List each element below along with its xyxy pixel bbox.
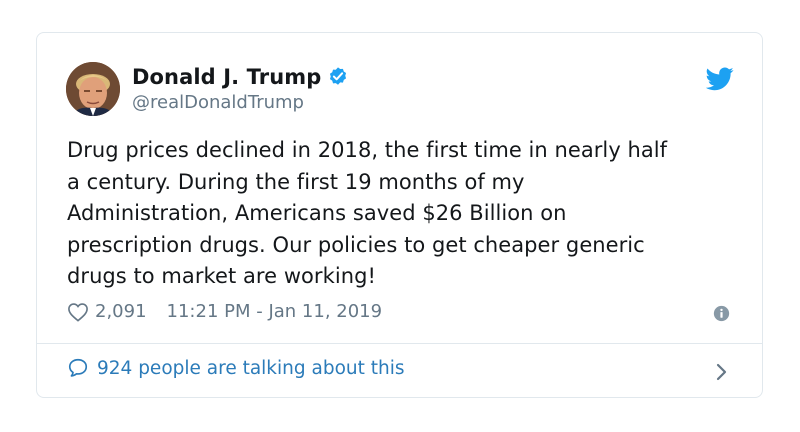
author-name-row: Donald J. Trump [132,65,349,89]
speech-bubble-icon [68,358,88,377]
heart-icon[interactable] [67,302,89,322]
author-display-name[interactable]: Donald J. Trump [132,65,321,89]
divider [37,343,762,344]
avatar[interactable] [66,62,120,116]
like-count[interactable]: 2,091 [95,301,147,322]
tweet-meta: 2,091 11:21 PM - Jan 11, 2019 [67,301,382,322]
twitter-bird-icon[interactable] [706,67,734,91]
conversation-link[interactable]: 924 people are talking about this [67,357,405,379]
author-handle[interactable]: @realDonaldTrump [132,92,304,113]
tweet-timestamp[interactable]: 11:21 PM - Jan 11, 2019 [167,301,383,322]
tweet-card: Donald J. Trump @realDonaldTrump Drug pr… [36,32,763,398]
tweet-text: Drug prices declined in 2018, the first … [67,138,668,288]
verified-badge-icon [330,67,347,85]
info-icon[interactable] [713,305,730,322]
chevron-right-icon[interactable] [715,362,729,382]
conversation-count[interactable]: 924 people are talking about this [97,358,405,379]
